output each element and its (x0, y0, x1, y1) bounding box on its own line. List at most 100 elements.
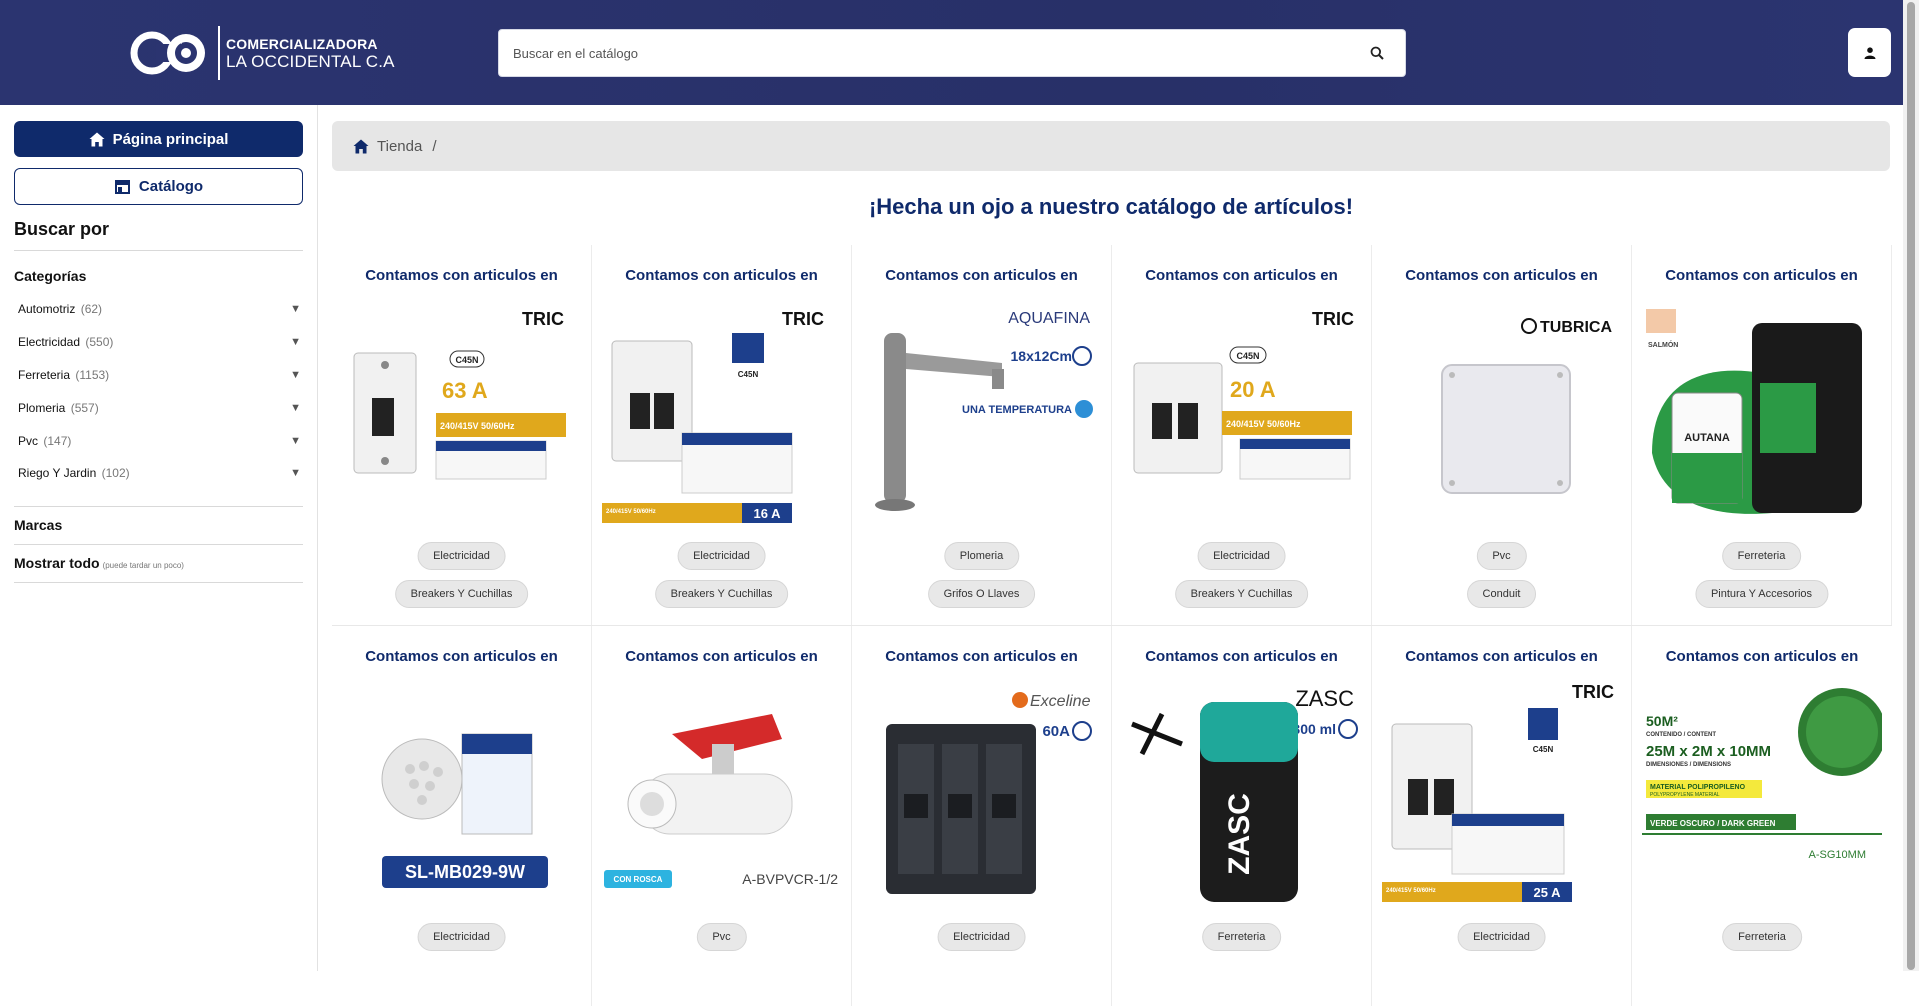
product-card[interactable]: Contamos con articulos en 50M² CONTENIDO… (1632, 626, 1892, 1006)
card-heading: Contamos con articulos en (1665, 267, 1858, 284)
caret-down-icon[interactable]: ▼ (290, 467, 301, 479)
image-text: 60A (1042, 723, 1070, 740)
product-image[interactable]: 50M² CONTENIDO / CONTENT 25M x 2M x 10MM… (1642, 684, 1882, 904)
image-text: 240/415V 50/60Hz (1386, 888, 1436, 894)
category-tag[interactable]: Electricidad (937, 923, 1026, 951)
category-tag[interactable]: Pvc (1476, 542, 1527, 570)
image-text: C45N (455, 355, 478, 365)
caret-down-icon[interactable]: ▼ (290, 402, 301, 414)
catalog-button-label: Catálogo (138, 178, 204, 195)
image-text: A-BVPVCR-1/2 (742, 871, 838, 887)
subcategory-tag[interactable]: Breakers Y Cuchillas (394, 580, 529, 608)
page-scrollbar[interactable] (1903, 0, 1919, 971)
breadcrumb-item-tienda[interactable]: Tienda (377, 138, 422, 155)
show-all-link[interactable]: Mostrar todo (puede tardar un poco) (14, 555, 184, 571)
product-image[interactable]: Exceline 60A (862, 684, 1102, 904)
category-name: Automotriz (18, 302, 76, 317)
product-card[interactable]: Contamos con articulos en TRIC C45N 25 A… (1372, 626, 1632, 1006)
product-card[interactable]: Contamos con articulos en SALMÓN AUTANA … (1632, 245, 1892, 625)
category-item-ferreteria[interactable]: Ferreteria (1153) ▼ (14, 359, 303, 392)
image-text: 240/415V 50/60Hz (606, 509, 656, 515)
product-card[interactable]: Contamos con articulos en TRIC C45N 20 A… (1112, 245, 1372, 625)
product-card[interactable]: Contamos con articulos en TRIC C45N 63 A… (332, 245, 592, 625)
divider (14, 582, 303, 583)
product-card[interactable]: Contamos con articulos en TUBRICA Pvc Co… (1372, 245, 1632, 625)
category-tag[interactable]: Ferreteria (1722, 923, 1802, 951)
search-button[interactable] (1349, 30, 1405, 76)
home-button[interactable]: Página principal (14, 121, 303, 157)
category-tag[interactable]: Electricidad (417, 923, 506, 951)
category-count: (550) (85, 335, 114, 350)
subcategory-tag[interactable]: Breakers Y Cuchillas (1174, 580, 1309, 608)
subcategory-tag[interactable]: Conduit (1466, 580, 1537, 608)
category-count: (147) (43, 433, 72, 448)
product-image[interactable]: ZASC 300 ml ZASC (1122, 684, 1362, 904)
search-by-title: Buscar por (14, 219, 110, 239)
divider (14, 506, 303, 507)
card-heading: Contamos con articulos en (625, 648, 818, 665)
category-item-riego-y-jardin[interactable]: Riego Y Jardin (102) ▼ (14, 457, 303, 490)
image-text: C45N (1236, 351, 1259, 361)
subcategory-tag[interactable]: Breakers Y Cuchillas (654, 580, 789, 608)
product-image[interactable]: SL-MB029-9W (342, 684, 582, 904)
catalog-button[interactable]: Catálogo (14, 168, 303, 205)
caret-down-icon[interactable]: ▼ (290, 303, 301, 315)
caret-down-icon[interactable]: ▼ (290, 369, 301, 381)
scrollbar-thumb[interactable] (1907, 2, 1915, 970)
subcategory-tag[interactable]: Pintura Y Accesorios (1694, 580, 1829, 608)
product-card[interactable]: Contamos con articulos en SL-MB029-9W El… (332, 626, 592, 1006)
category-tag[interactable]: Electricidad (1457, 923, 1546, 951)
product-image[interactable]: TRIC C45N 25 A 240/415V 50/60Hz (1382, 684, 1622, 904)
brand-logo: Exceline (1030, 693, 1091, 710)
image-text: ZASC (1223, 793, 1256, 875)
home-icon[interactable] (353, 139, 369, 154)
product-image[interactable]: TUBRICA (1382, 303, 1622, 523)
category-tag[interactable]: Ferreteria (1721, 542, 1802, 570)
category-tag[interactable]: Electricidad (677, 542, 766, 570)
product-image[interactable]: AQUAFINA 18x12Cm UNA TEMPERATURA (862, 303, 1102, 523)
category-tag[interactable]: Electricidad (417, 542, 506, 570)
product-image[interactable]: TRIC C45N 20 A 240/415V 50/60Hz (1122, 303, 1362, 523)
brands-title[interactable]: Marcas (14, 517, 62, 533)
product-card[interactable]: Contamos con articulos en AQUAFINA 18x12… (852, 245, 1112, 625)
card-heading: Contamos con articulos en (1145, 267, 1338, 284)
image-text: 16 A (754, 506, 782, 521)
product-image[interactable]: TRIC C45N 16 A 240/415V 50/60Hz (602, 303, 842, 523)
search-input[interactable] (499, 30, 1349, 76)
product-card[interactable]: Contamos con articulos en TRIC C45N 16 A… (592, 245, 852, 625)
home-icon (89, 132, 105, 146)
category-item-pvc[interactable]: Pvc (147) ▼ (14, 424, 303, 457)
brand-logo: AQUAFINA (1008, 310, 1090, 327)
category-tag[interactable]: Plomeria (943, 542, 1020, 570)
card-heading: Contamos con articulos en (1145, 648, 1338, 665)
image-text: VERDE OSCURO / DARK GREEN (1650, 819, 1776, 828)
site-logo[interactable]: COMERCIALIZADORA LA OCCIDENTAL C.A (130, 24, 395, 82)
catalog-search (498, 29, 1406, 77)
image-text: 20 A (1230, 377, 1276, 402)
image-text: 50M² (1646, 713, 1678, 729)
account-button[interactable] (1848, 28, 1891, 77)
product-image[interactable]: CON ROSCA A-BVPVCR-1/2 (602, 684, 842, 904)
category-tag[interactable]: Electricidad (1197, 542, 1286, 570)
card-heading: Contamos con articulos en (885, 648, 1078, 665)
image-text: 25 A (1534, 885, 1562, 900)
category-item-plomeria[interactable]: Plomeria (557) ▼ (14, 391, 303, 424)
product-image[interactable]: TRIC C45N 63 A 240/415V 50/60Hz (342, 303, 582, 523)
subcategory-tag[interactable]: Grifos O Llaves (927, 580, 1036, 608)
image-text: 300 ml (1292, 721, 1336, 737)
category-tag[interactable]: Pvc (696, 923, 747, 951)
image-text: 25M x 2M x 10MM (1646, 743, 1771, 760)
category-item-automotriz[interactable]: Automotriz (62) ▼ (14, 293, 303, 326)
caret-down-icon[interactable]: ▼ (290, 435, 301, 447)
image-text: 240/415V 50/60Hz (1226, 419, 1301, 429)
image-text: POLYPROPYLENE MATERIAL (1650, 792, 1720, 798)
caret-down-icon[interactable]: ▼ (290, 336, 301, 348)
card-heading: Contamos con articulos en (1405, 648, 1598, 665)
category-item-electricidad[interactable]: Electricidad (550) ▼ (14, 326, 303, 359)
product-image[interactable]: SALMÓN AUTANA (1642, 303, 1882, 523)
product-card[interactable]: Contamos con articulos en Exceline 60A E… (852, 626, 1112, 1006)
category-name: Pvc (18, 433, 39, 448)
product-card[interactable]: Contamos con articulos en CON ROSCA A-BV… (592, 626, 852, 1006)
category-tag[interactable]: Ferreteria (1201, 923, 1282, 951)
product-card[interactable]: Contamos con articulos en ZASC 300 ml ZA… (1112, 626, 1372, 1006)
